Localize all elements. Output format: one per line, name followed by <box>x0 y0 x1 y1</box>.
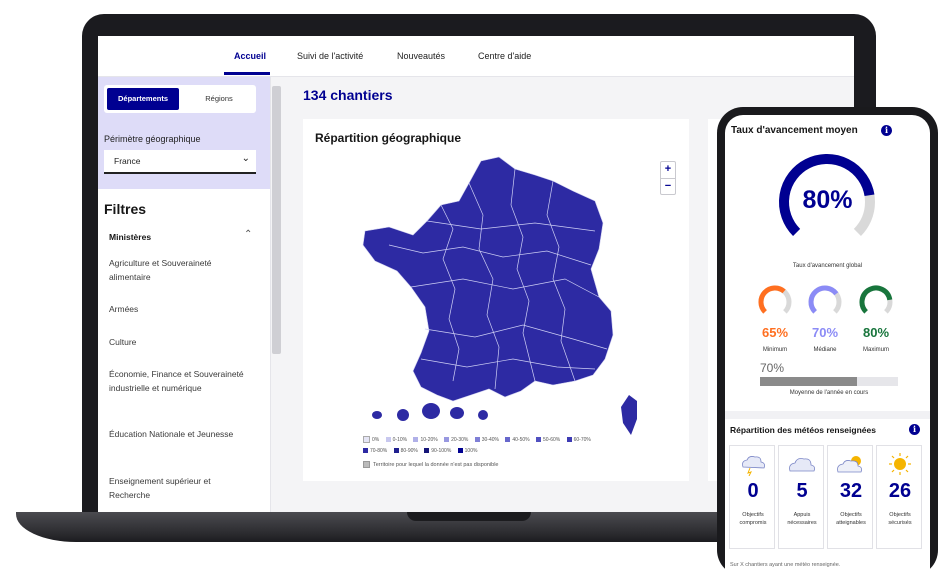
filter-item[interactable]: Culture <box>109 335 249 349</box>
corsica-shape <box>621 395 637 435</box>
sidebar-scrollbar[interactable] <box>272 86 281 354</box>
meteo-label: Objectifs compromis <box>739 512 767 526</box>
year-average-bar-fill <box>760 377 857 386</box>
maximum-value: 80% <box>862 325 890 340</box>
tab-accueil[interactable]: Accueil <box>234 51 266 61</box>
sidebar: Départements Régions Périmètre géographi… <box>98 77 271 512</box>
ministeres-heading[interactable]: Ministères <box>109 232 151 242</box>
filter-item[interactable]: Armées <box>109 302 249 316</box>
chevron-down-icon: ⌄ <box>241 153 250 164</box>
meteo-card-securises: 26 Objectifs sécurisés <box>876 445 922 549</box>
mediane-label: Médiane <box>813 347 837 353</box>
france-map[interactable] <box>303 119 689 481</box>
minimum-label: Minimum <box>762 347 788 353</box>
perimetre-label: Périmètre géographique <box>104 134 201 144</box>
map-legend: 0% 0-10% 10-20% 20-30% 30-40% 40-50% 50-… <box>363 435 613 457</box>
legend-label: 10-20% <box>420 437 438 443</box>
legend-label: 80-90% <box>400 448 418 454</box>
tab-centre-aide[interactable]: Centre d'aide <box>478 51 531 61</box>
geo-scope-panel: Départements Régions Périmètre géographi… <box>98 77 270 189</box>
legend-label: 60-70% <box>573 437 591 443</box>
tab-nouveautes[interactable]: Nouveautés <box>397 51 445 61</box>
meteo-label: Objectifs atteignables <box>836 512 866 526</box>
chantiers-count: 134 chantiers <box>303 87 393 103</box>
meteo-label: Objectifs sécurisés <box>888 512 912 526</box>
chevron-up-icon[interactable]: ⌃ <box>244 229 252 240</box>
year-average-value: 70% <box>760 361 785 375</box>
meteo-card-compromis: 0 Objectifs compromis <box>729 445 775 549</box>
active-tab-indicator <box>224 72 270 75</box>
map-card: Répartition géographique + − 0% 0-10% 10… <box>303 119 689 481</box>
legend-label: 40-50% <box>512 437 530 443</box>
meteo-value: 32 <box>839 480 863 502</box>
meteo-card-atteignables: 32 Objectifs atteignables <box>827 445 873 549</box>
storm-cloud-icon <box>742 456 765 476</box>
minimum-gauge-fill <box>758 285 786 314</box>
global-label: Taux d'avancement global <box>792 263 863 269</box>
filter-item[interactable]: Agriculture et Souveraineté alimentaire <box>109 256 249 284</box>
meteo-value: 5 <box>796 480 808 502</box>
legend-label: 70-80% <box>370 448 388 454</box>
meteo-value: 0 <box>747 480 759 502</box>
legend-note: Territoire pour lequel la donnée n'est p… <box>363 461 499 468</box>
legend-label: 100% <box>464 448 478 454</box>
legend-label: 0% <box>372 437 380 443</box>
overseas-territories <box>372 403 488 421</box>
legend-label: 20-30% <box>451 437 469 443</box>
section-divider <box>725 411 930 419</box>
scope-toggle: Départements Régions <box>104 85 256 113</box>
laptop-notch <box>407 512 531 521</box>
legend-label: 0-10% <box>392 437 408 443</box>
minimum-value: 65% <box>761 325 789 340</box>
global-percentage: 80% <box>802 186 853 214</box>
filter-item[interactable]: Éducation Nationale et Jeunesse <box>109 427 249 441</box>
tab-suivi-activite[interactable]: Suivi de l'activité <box>297 51 363 61</box>
filter-item[interactable]: Enseignement supérieur et Recherche <box>109 474 249 502</box>
perimetre-value: France <box>114 156 141 166</box>
meteo-footnote: Sur X chantiers ayant une météo renseign… <box>730 562 841 568</box>
legend-label: 30-40% <box>481 437 499 443</box>
maximum-label: Maximum <box>862 347 889 353</box>
legend-label: 50-60% <box>542 437 561 443</box>
filters-title: Filtres <box>104 201 147 217</box>
filter-item[interactable]: Économie, Finance et Souveraineté indust… <box>109 367 249 395</box>
top-navigation: Accueil Suivi de l'activité Nouveautés C… <box>98 36 854 77</box>
sun-icon <box>889 453 911 475</box>
legend-note-text: Territoire pour lequel la donnée n'est p… <box>373 461 499 468</box>
mediane-gauge-fill <box>808 285 839 314</box>
cloud-icon <box>789 458 815 472</box>
year-average-bar <box>760 377 898 386</box>
france-mainland-shape <box>362 156 614 402</box>
meteo-title: Répartition des météos renseignées <box>730 425 876 435</box>
meteo-card-appuis: 5 Appuis nécessaires <box>778 445 824 549</box>
year-average-label: Moyenne de l'année en cours <box>789 390 869 396</box>
phone-screen: Taux d'avancement moyen i 80% Taux d'ava… <box>725 115 930 576</box>
scope-departements-button[interactable]: Départements <box>107 88 179 110</box>
meteo-label: Appuis nécessaires <box>787 512 817 526</box>
legend-label: 90-100% <box>431 448 452 454</box>
scope-regions-button[interactable]: Régions <box>184 88 254 110</box>
sun-cloud-icon <box>837 456 862 473</box>
info-icon[interactable]: i <box>909 424 920 435</box>
meteo-value: 26 <box>888 480 912 502</box>
mediane-value: 70% <box>811 325 839 340</box>
perimetre-select[interactable]: France ⌄ <box>104 150 256 174</box>
